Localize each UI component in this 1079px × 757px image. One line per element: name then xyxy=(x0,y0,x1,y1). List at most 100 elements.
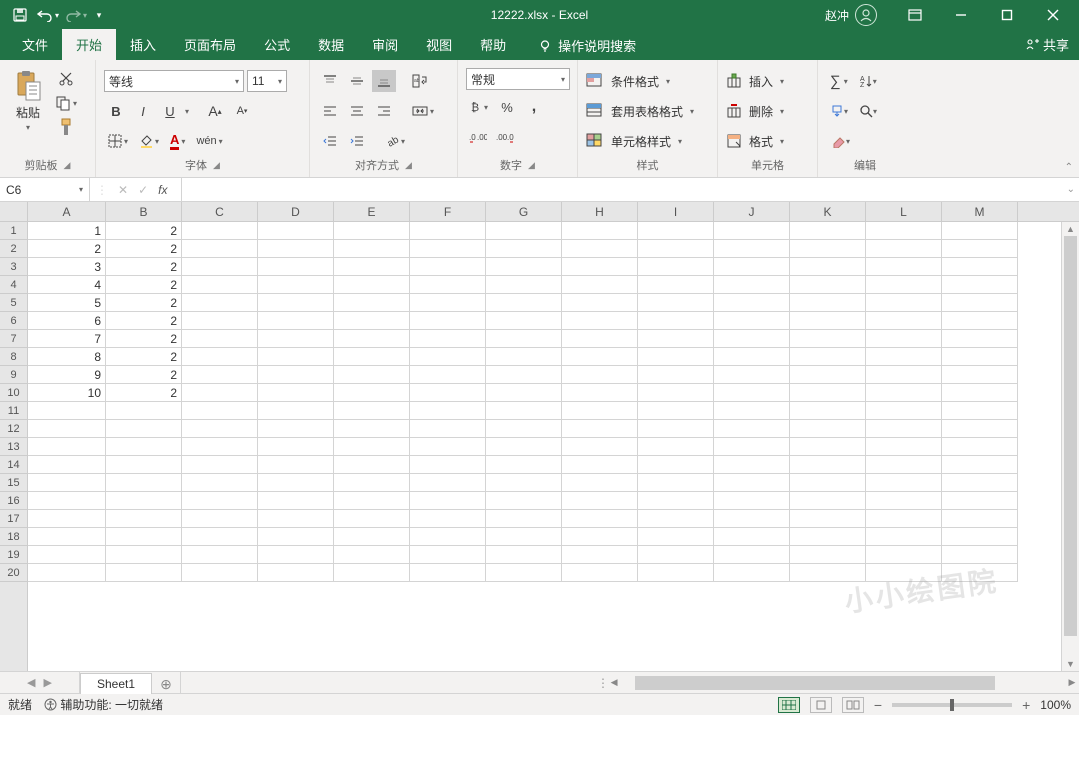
cell-B15[interactable] xyxy=(106,474,182,492)
cell-M13[interactable] xyxy=(942,438,1018,456)
delete-cells-button[interactable]: 删除▾ xyxy=(726,98,784,124)
cell-L16[interactable] xyxy=(866,492,942,510)
cell-H12[interactable] xyxy=(562,420,638,438)
tell-me-search[interactable]: 操作说明搜索 xyxy=(532,31,642,60)
cell-K13[interactable] xyxy=(790,438,866,456)
cell-M18[interactable] xyxy=(942,528,1018,546)
chevron-left-icon[interactable]: ◀ xyxy=(27,676,35,689)
cell-I11[interactable] xyxy=(638,402,714,420)
cell-A5[interactable]: 5 xyxy=(28,294,106,312)
italic-button[interactable]: I xyxy=(131,100,155,122)
cell-C8[interactable] xyxy=(182,348,258,366)
cell-L14[interactable] xyxy=(866,456,942,474)
cell-K1[interactable] xyxy=(790,222,866,240)
cell-B10[interactable]: 2 xyxy=(106,384,182,402)
cell-M11[interactable] xyxy=(942,402,1018,420)
cell-D8[interactable] xyxy=(258,348,334,366)
cell-I18[interactable] xyxy=(638,528,714,546)
cell-J5[interactable] xyxy=(714,294,790,312)
cell-D4[interactable] xyxy=(258,276,334,294)
align-right-button[interactable] xyxy=(372,100,396,122)
cell-I16[interactable] xyxy=(638,492,714,510)
cell-B4[interactable]: 2 xyxy=(106,276,182,294)
cell-L3[interactable] xyxy=(866,258,942,276)
cell-H3[interactable] xyxy=(562,258,638,276)
enter-formula-button[interactable]: ✓ xyxy=(138,183,148,197)
column-header-D[interactable]: D xyxy=(258,202,334,221)
cell-H1[interactable] xyxy=(562,222,638,240)
cell-J7[interactable] xyxy=(714,330,790,348)
cell-L10[interactable] xyxy=(866,384,942,402)
row-header-18[interactable]: 18 xyxy=(0,528,27,546)
cell-A11[interactable] xyxy=(28,402,106,420)
row-header-4[interactable]: 4 xyxy=(0,276,27,294)
cell-H16[interactable] xyxy=(562,492,638,510)
cell-D13[interactable] xyxy=(258,438,334,456)
cell-I6[interactable] xyxy=(638,312,714,330)
cell-G14[interactable] xyxy=(486,456,562,474)
sort-filter-button[interactable]: AZ ▾ xyxy=(855,70,881,92)
cell-F13[interactable] xyxy=(410,438,486,456)
row-header-5[interactable]: 5 xyxy=(0,294,27,312)
autosum-button[interactable]: ∑▾ xyxy=(826,70,852,92)
cell-I19[interactable] xyxy=(638,546,714,564)
cell-B18[interactable] xyxy=(106,528,182,546)
close-button[interactable] xyxy=(1031,1,1075,29)
cell-J20[interactable] xyxy=(714,564,790,582)
decrease-indent-button[interactable] xyxy=(318,130,342,152)
find-select-button[interactable]: ▾ xyxy=(855,100,881,122)
dialog-launcher-icon[interactable]: ◢ xyxy=(213,160,220,171)
column-header-I[interactable]: I xyxy=(638,202,714,221)
row-header-17[interactable]: 17 xyxy=(0,510,27,528)
cell-H13[interactable] xyxy=(562,438,638,456)
row-header-6[interactable]: 6 xyxy=(0,312,27,330)
cell-L4[interactable] xyxy=(866,276,942,294)
cell-G9[interactable] xyxy=(486,366,562,384)
column-header-L[interactable]: L xyxy=(866,202,942,221)
cell-F20[interactable] xyxy=(410,564,486,582)
cell-K2[interactable] xyxy=(790,240,866,258)
cell-A8[interactable]: 8 xyxy=(28,348,106,366)
scroll-right-arrow[interactable]: ▶ xyxy=(1065,677,1079,688)
cell-C17[interactable] xyxy=(182,510,258,528)
accounting-format-button[interactable]: ₿▾ xyxy=(466,96,492,118)
cell-E8[interactable] xyxy=(334,348,410,366)
formula-input[interactable]: ⌄ xyxy=(182,178,1079,201)
cell-M17[interactable] xyxy=(942,510,1018,528)
cell-F15[interactable] xyxy=(410,474,486,492)
cell-C7[interactable] xyxy=(182,330,258,348)
cell-E5[interactable] xyxy=(334,294,410,312)
vertical-scrollbar[interactable]: ▲ ▼ xyxy=(1061,222,1079,671)
cell-L8[interactable] xyxy=(866,348,942,366)
collapse-ribbon-button[interactable]: ⌃ xyxy=(1065,162,1073,173)
expand-formula-bar-button[interactable]: ⌄ xyxy=(1067,184,1075,195)
cell-L9[interactable] xyxy=(866,366,942,384)
row-header-8[interactable]: 8 xyxy=(0,348,27,366)
cell-G18[interactable] xyxy=(486,528,562,546)
cell-F12[interactable] xyxy=(410,420,486,438)
cell-H8[interactable] xyxy=(562,348,638,366)
cell-E11[interactable] xyxy=(334,402,410,420)
cell-B1[interactable]: 2 xyxy=(106,222,182,240)
cell-K7[interactable] xyxy=(790,330,866,348)
cell-F9[interactable] xyxy=(410,366,486,384)
scroll-left-arrow[interactable]: ◀ xyxy=(607,677,621,688)
font-size-combo[interactable]: 11▾ xyxy=(247,70,287,92)
cell-A20[interactable] xyxy=(28,564,106,582)
cell-C16[interactable] xyxy=(182,492,258,510)
cell-D17[interactable] xyxy=(258,510,334,528)
cell-K15[interactable] xyxy=(790,474,866,492)
cell-J2[interactable] xyxy=(714,240,790,258)
cell-C3[interactable] xyxy=(182,258,258,276)
cell-F8[interactable] xyxy=(410,348,486,366)
cell-E9[interactable] xyxy=(334,366,410,384)
vertical-scroll-thumb[interactable] xyxy=(1064,236,1077,636)
cell-B16[interactable] xyxy=(106,492,182,510)
cell-J19[interactable] xyxy=(714,546,790,564)
cell-G7[interactable] xyxy=(486,330,562,348)
column-header-A[interactable]: A xyxy=(28,202,106,221)
cell-A4[interactable]: 4 xyxy=(28,276,106,294)
cell-E14[interactable] xyxy=(334,456,410,474)
cell-D18[interactable] xyxy=(258,528,334,546)
underline-button[interactable]: U xyxy=(158,100,182,122)
